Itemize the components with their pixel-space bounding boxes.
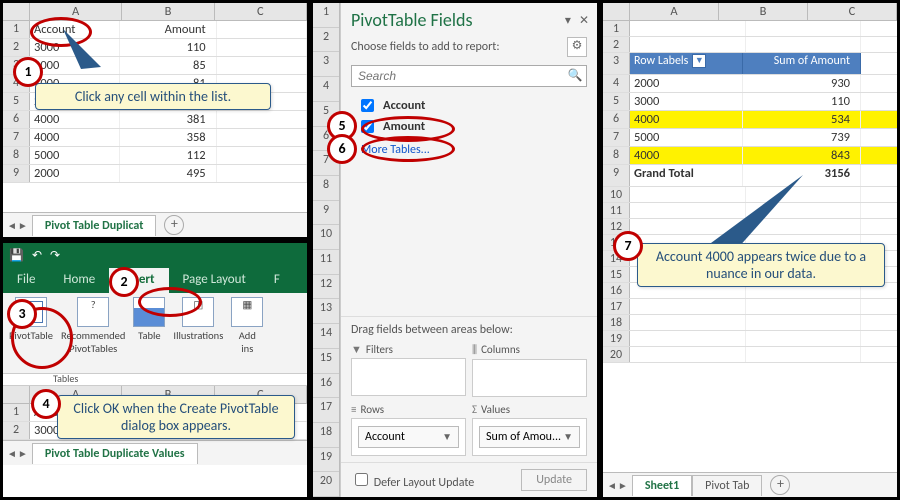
chevron-down-icon[interactable]: ▼ [442,430,452,444]
step-4-badge: 4 [31,389,61,419]
table-row[interactable]: 20 [603,347,897,363]
filters-area-title: ▼Filters [351,343,466,358]
step-6-badge: 6 [327,134,357,164]
values-area[interactable]: Sum of Amou... ▼ [472,418,587,456]
row-labels-header[interactable]: Row Labels▼ [630,53,743,74]
step-7-badge: 7 [613,231,643,261]
table-row[interactable]: 19 [603,331,897,347]
sum-of-amount-header: Sum of Amount [743,53,862,74]
redo-icon[interactable]: ↷ [50,248,60,263]
table-row[interactable]: 74000358 [3,129,307,147]
callout-step-1: Click any cell within the list. [35,83,271,110]
field-search[interactable]: 🔍 [351,65,587,87]
pane-title: PivotTable Fields [351,9,473,31]
ribbon-addins-button[interactable]: ▦ Add ins [227,297,263,373]
table-row[interactable]: 75000739 [603,129,897,147]
field-account-label: Account [383,98,425,113]
middle-row-headers: 1234567891011121314151617181920 [313,3,340,497]
rows-area[interactable]: Account ▼ [351,418,466,456]
highlight-field-amount [361,136,455,162]
pane-subtitle: Choose fields to add to report: [351,40,500,54]
ribbon-tab-file[interactable]: File [3,268,49,293]
sheet-tab-pivot[interactable]: Pivot Tab [692,475,762,496]
callout-step-7: Account 4000 appears twice due to a nuan… [637,243,885,287]
pivottable-fields-pane: PivotTable Fields ▾ ✕ Choose fields to a… [340,3,597,497]
filters-area[interactable] [351,358,466,396]
new-sheet-button[interactable]: + [164,215,184,235]
pane-dropdown-icon[interactable]: ▾ [565,13,571,28]
save-icon[interactable]: 💾 [9,248,24,263]
ribbon-tab-home[interactable]: Home [49,268,109,293]
search-input[interactable] [352,66,564,86]
step-2-badge: 2 [109,267,139,297]
table-row[interactable]: 85000112 [3,147,307,165]
sheet-tab-sheet1[interactable]: Sheet1 [632,475,692,496]
ribbon-group-tables-label: Tables [3,372,307,385]
table-row[interactable]: 3100085 [3,57,307,75]
values-area-title: ΣValues [472,403,587,418]
table-row[interactable]: 92000495 [3,165,307,183]
columns-area-title: ⫼Columns [472,343,587,359]
sheet-nav-2[interactable]: ◄► [3,447,32,460]
excel-title-bar: 💾 ↶ ↷ [3,243,307,267]
sheet-tab-2[interactable]: Pivot Table Duplicate Values [32,443,198,464]
columns-area[interactable] [472,359,587,397]
ribbon-illustrations-label: Illustrations [173,329,223,342]
rows-area-item[interactable]: Account ▼ [358,426,459,448]
col-c-header[interactable]: C [215,3,307,20]
pane-close-icon[interactable]: ✕ [579,13,589,28]
addins-icon: ▦ [231,297,263,327]
search-icon[interactable]: 🔍 [564,66,586,86]
table-row[interactable]: 18 [603,315,897,331]
p4-col-b[interactable]: B [719,3,808,20]
col-a-header[interactable]: A [30,3,122,20]
table-row[interactable]: 64000381 [3,111,307,129]
table-row[interactable]: 53000110 [603,93,897,111]
field-account[interactable]: Account [357,95,587,116]
table-row[interactable]: 17 [603,299,897,315]
ribbon-table-label: Table [138,329,160,342]
table-row[interactable]: 2 [603,37,897,53]
defer-label: Defer Layout Update [374,476,475,490]
gear-icon[interactable]: ⚙ [567,37,587,57]
p4-col-c[interactable]: C [808,3,897,20]
drag-fields-label: Drag fields between areas below: [341,316,597,343]
ribbon-addins-label: Add ins [239,329,256,355]
step-3-badge: 3 [7,299,37,329]
values-area-item-label: Sum of Amou... [486,430,561,444]
recommended-pivottables-icon: ? [77,297,109,327]
table-row[interactable]: 64000534 [603,111,897,129]
row-labels-filter-icon[interactable]: ▼ [692,54,706,68]
update-button[interactable]: Update [521,469,587,491]
p4-col-a[interactable]: A [630,3,719,20]
new-sheet-button-4[interactable]: + [770,475,790,495]
field-account-checkbox[interactable] [361,99,374,112]
sheet-tab[interactable]: Pivot Table Duplicat [32,215,157,236]
chevron-down-icon[interactable]: ▼ [563,430,573,444]
table-row[interactable]: 84000843 [603,147,897,165]
table-row[interactable]: 42000930 [603,75,897,93]
table-row[interactable]: 1 [603,21,897,37]
step-1-badge: 1 [13,57,43,87]
ribbon-tab-more[interactable]: F [260,268,294,293]
undo-icon[interactable]: ↶ [32,248,42,263]
callout-step-4: Click OK when the Create PivotTable dial… [57,395,295,439]
values-area-item[interactable]: Sum of Amou... ▼ [479,426,580,448]
defer-checkbox[interactable] [355,473,368,486]
defer-layout-update[interactable]: Defer Layout Update [351,470,474,490]
col-b-header[interactable]: B [122,3,214,20]
sheet-nav-4[interactable]: ◄► [603,479,632,492]
rows-area-title: ≡Rows [351,403,466,418]
pivot-header-row: 3 Row Labels▼ Sum of Amount [603,53,897,75]
sheet-nav[interactable]: ◄► [3,219,32,232]
highlight-insert-tab [138,287,202,317]
rows-area-item-label: Account [365,430,405,444]
